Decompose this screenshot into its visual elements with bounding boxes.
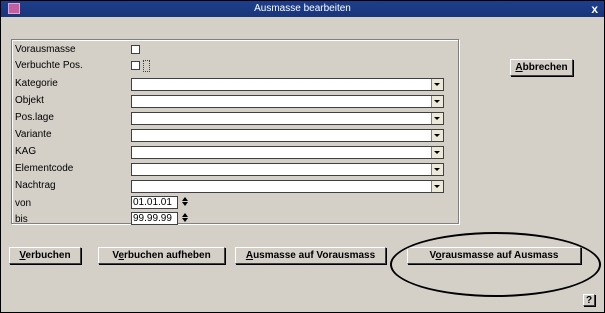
- pos-lage-combo[interactable]: [131, 112, 444, 125]
- chevron-down-icon[interactable]: [431, 130, 443, 141]
- chevron-down-icon[interactable]: [431, 181, 443, 192]
- abbrechen-button[interactable]: Abbrechen: [510, 59, 573, 76]
- label-kategorie: Kategorie: [15, 78, 58, 89]
- verbuchen-aufheben-button[interactable]: Verbuchen aufheben: [98, 247, 225, 264]
- variante-combo[interactable]: [131, 129, 444, 142]
- chevron-down-icon[interactable]: [431, 147, 443, 158]
- bis-spin-icon[interactable]: [182, 212, 190, 224]
- window-title: Ausmasse bearbeiten: [254, 3, 351, 14]
- von-date-input[interactable]: 01.01.01: [131, 196, 178, 209]
- nachtrag-combo[interactable]: [131, 180, 444, 193]
- objekt-combo[interactable]: [131, 95, 444, 108]
- help-icon[interactable]: ?: [583, 294, 595, 306]
- verbuchen-button[interactable]: Verbuchen: [9, 247, 81, 264]
- kag-combo[interactable]: [131, 146, 444, 159]
- chevron-down-icon[interactable]: [431, 164, 443, 175]
- label-kag: KAG: [15, 146, 37, 157]
- annotation-ellipse: [390, 232, 601, 297]
- focus-marker: [143, 60, 150, 72]
- label-von: von: [15, 198, 32, 209]
- label-bis: bis: [15, 214, 28, 225]
- dialog-window: Ausmasse bearbeiten x Vorausmasse Verbuc…: [0, 0, 605, 313]
- title-bar: Ausmasse bearbeiten x: [1, 1, 604, 17]
- label-objekt: Objekt: [15, 95, 44, 106]
- label-elementcode: Elementcode: [15, 163, 74, 174]
- label-vorausmasse: Vorausmasse: [15, 44, 76, 55]
- von-spin-icon[interactable]: [182, 196, 190, 208]
- verbuchte-pos-checkbox[interactable]: [131, 61, 140, 70]
- chevron-down-icon[interactable]: [431, 96, 443, 107]
- ausmasse-auf-vorausmass-button[interactable]: Ausmasse auf Vorausmass: [235, 247, 386, 264]
- label-variante: Variante: [15, 129, 52, 140]
- label-verbuchte-pos: Verbuchte Pos.: [15, 60, 83, 71]
- kategorie-combo[interactable]: [131, 78, 444, 91]
- chevron-down-icon[interactable]: [431, 113, 443, 124]
- chevron-down-icon[interactable]: [431, 79, 443, 90]
- vorausmasse-checkbox[interactable]: [131, 45, 140, 54]
- elementcode-combo[interactable]: [131, 163, 444, 176]
- close-icon[interactable]: x: [591, 2, 598, 16]
- bis-date-input[interactable]: 99.99.99: [131, 212, 178, 225]
- label-pos-lage: Pos.lage: [15, 112, 54, 123]
- label-nachtrag: Nachtrag: [15, 180, 56, 191]
